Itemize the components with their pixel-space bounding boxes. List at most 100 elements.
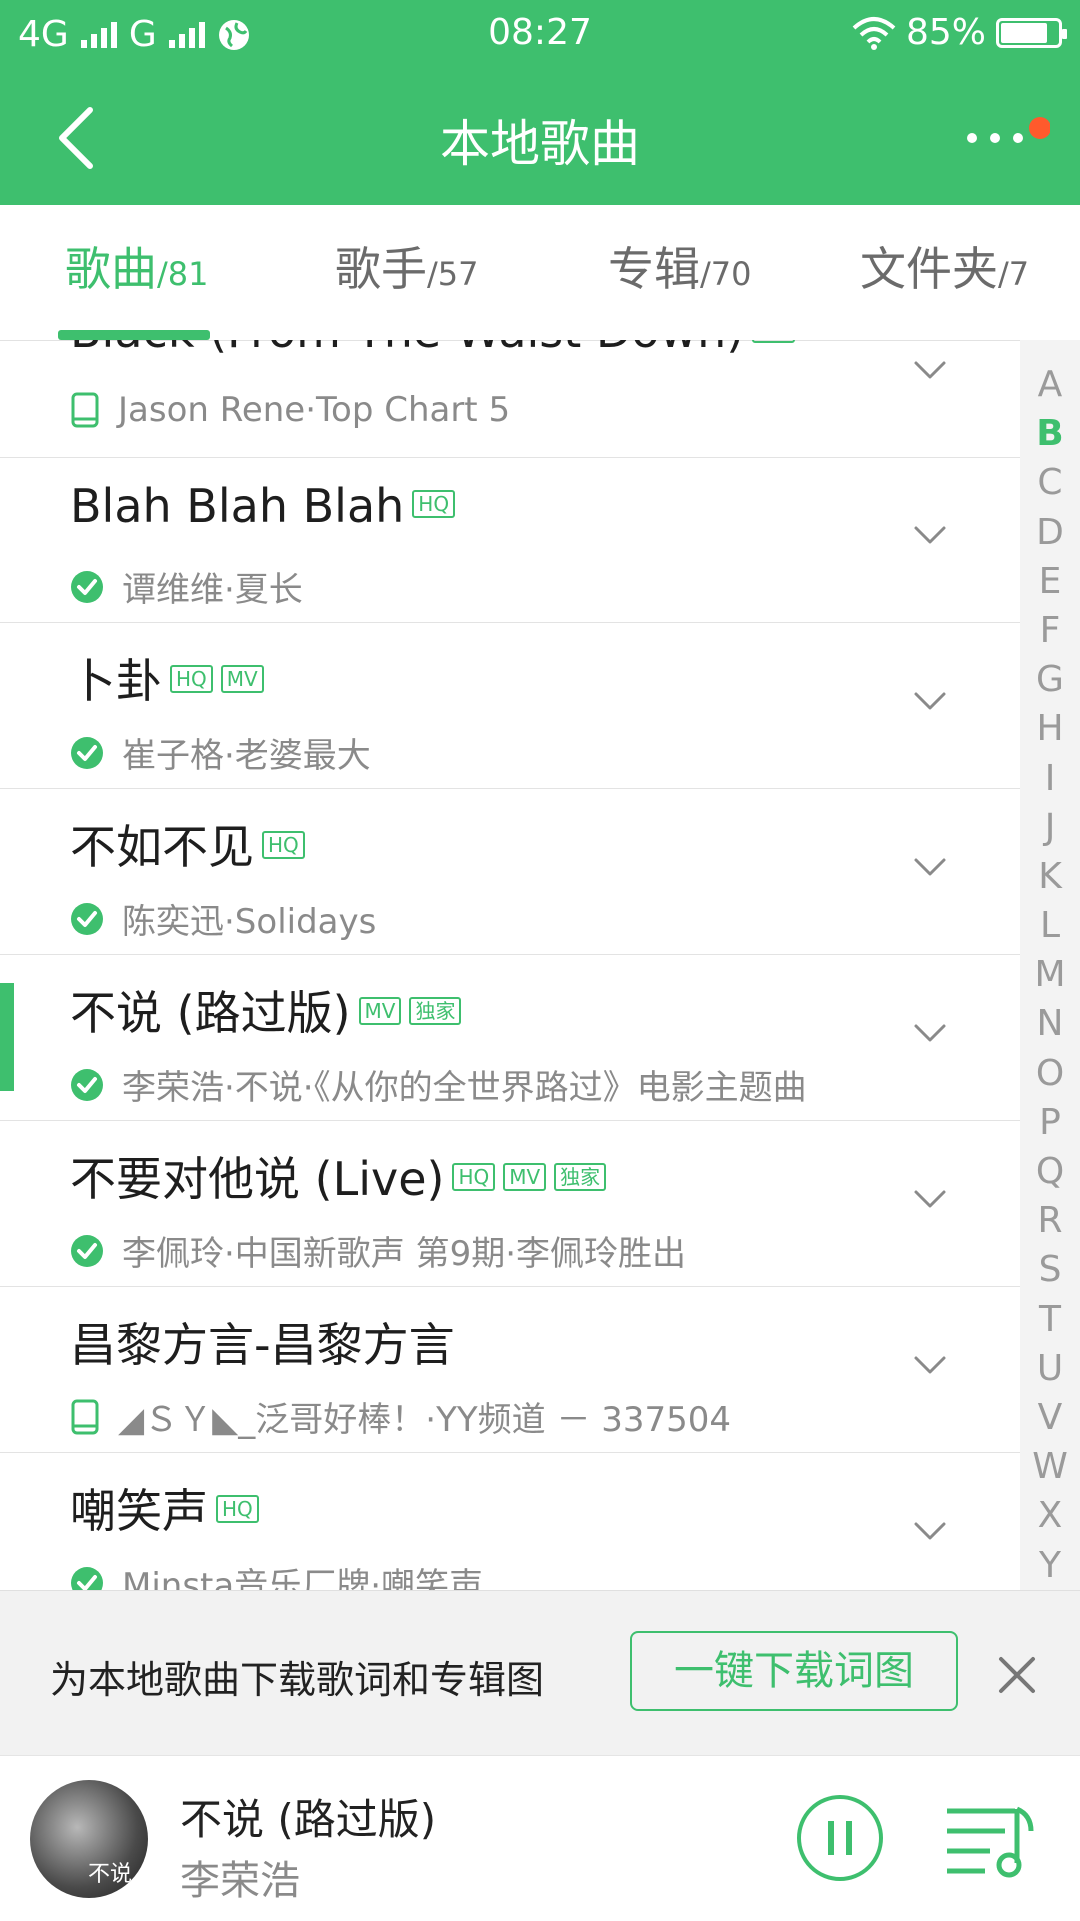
tab-artists[interactable]: 歌手/57	[335, 233, 479, 299]
now-playing-bar[interactable]: 不说 不说 (路过版) 李荣浩	[0, 1755, 1080, 1921]
tab-count: /70	[700, 255, 752, 293]
tab-folders[interactable]: 文件夹/7	[860, 233, 1029, 299]
index-letter[interactable]: O	[1020, 1049, 1080, 1098]
song-row[interactable]: 昌黎方言-昌黎方言 ◢ＳＹ◣_泛哥好棒！·YY频道 － 337504	[0, 1287, 1020, 1453]
battery-icon	[996, 17, 1067, 48]
album-cover[interactable]: 不说	[30, 1780, 148, 1898]
song-title-text: 不说 (路过版)	[70, 986, 351, 1040]
now-playing-marker	[0, 983, 14, 1091]
song-title: 昌黎方言-昌黎方言	[70, 1309, 455, 1375]
downloaded-check-icon	[71, 570, 103, 603]
song-title: 卜卦 HQ MV	[70, 645, 264, 711]
song-title: 不如不见 HQ	[70, 811, 305, 877]
index-letter[interactable]: D	[1020, 508, 1080, 557]
more-menu-icon[interactable]	[960, 106, 1050, 166]
song-subtitle: 崔子格·老婆最大	[70, 728, 371, 777]
quality-badge: MV	[220, 664, 264, 693]
playlist-queue-icon[interactable]	[945, 1801, 1035, 1881]
index-letter[interactable]: U	[1020, 1344, 1080, 1393]
tab-count: /57	[427, 255, 479, 293]
song-row[interactable]: 不如不见 HQ 陈奕迅·Solidays	[0, 789, 1020, 955]
quality-badge: HQ	[452, 1162, 496, 1191]
index-letter[interactable]: B	[1020, 409, 1080, 458]
index-letter[interactable]: R	[1020, 1196, 1080, 1245]
tab-songs[interactable]: 歌曲/81	[65, 233, 209, 299]
category-tabs: 歌曲/81 歌手/57 专辑/70 文件夹/7	[0, 205, 1080, 341]
quality-badge: HQ	[412, 489, 456, 518]
chevron-down-icon[interactable]	[912, 1513, 948, 1549]
song-list[interactable]: Black (From The Waist Down) HQ Jason Rene·…	[0, 340, 1020, 1590]
index-letter[interactable]: S	[1020, 1245, 1080, 1294]
song-row[interactable]: 嘲笑声 HQ Minsta音乐厂牌·嘲笑声	[0, 1453, 1020, 1590]
song-title: 嘲笑声 HQ	[70, 1475, 259, 1541]
song-subtitle-text: Minsta音乐厂牌·嘲笑声	[122, 1566, 484, 1590]
index-letter[interactable]: W	[1020, 1442, 1080, 1491]
chevron-down-icon[interactable]	[912, 683, 948, 719]
status-bar: 4G G 08:27 85%	[0, 0, 1080, 70]
quality-badge: 独家	[554, 1162, 607, 1191]
quality-badge: HQ	[262, 830, 305, 859]
song-title: Black (From The Waist Down) HQ	[70, 340, 795, 358]
song-row[interactable]: Black (From The Waist Down) HQ Jason Rene·…	[0, 340, 1020, 458]
tab-label: 文件夹	[860, 242, 998, 296]
song-subtitle-text: 谭维维·夏长	[122, 570, 303, 610]
index-letter[interactable]: G	[1020, 655, 1080, 704]
alphabet-index[interactable]: ABCDEFGHIJKLMNOPQRSTUVWXY	[1020, 340, 1080, 1610]
battery-fill	[1001, 22, 1047, 43]
quality-badge: MV	[358, 996, 402, 1025]
index-letter[interactable]: T	[1020, 1295, 1080, 1344]
index-letter[interactable]: V	[1020, 1393, 1080, 1442]
close-icon[interactable]	[995, 1653, 1039, 1697]
chevron-down-icon[interactable]	[912, 352, 948, 388]
download-banner: 为本地歌曲下载歌词和专辑图 一键下载词图	[0, 1590, 1080, 1756]
quality-badge: HQ	[752, 340, 795, 343]
local-device-icon	[71, 392, 99, 428]
chevron-down-icon[interactable]	[912, 1015, 948, 1051]
song-row[interactable]: 不说 (路过版) MV 独家 李荣浩·不说·《从你的全世界路过》电影主题曲	[0, 955, 1020, 1121]
index-letter[interactable]: A	[1020, 360, 1080, 409]
index-letter[interactable]: K	[1020, 852, 1080, 901]
song-subtitle-text: ◢ＳＹ◣_泛哥好棒！·YY频道 － 337504	[118, 1400, 732, 1440]
tab-label: 专辑	[608, 242, 700, 296]
song-subtitle: 陈奕迅·Solidays	[70, 894, 376, 943]
index-letter[interactable]: M	[1020, 950, 1080, 999]
index-letter[interactable]: L	[1020, 901, 1080, 950]
tab-label: 歌手	[335, 242, 427, 296]
song-row[interactable]: 卜卦 HQ MV 崔子格·老婆最大	[0, 623, 1020, 789]
notification-dot	[1029, 117, 1050, 139]
wifi-icon	[852, 16, 896, 50]
pause-button[interactable]	[795, 1793, 885, 1883]
index-letter[interactable]: X	[1020, 1491, 1080, 1540]
song-title-text: 不要对他说 (Live)	[70, 1152, 445, 1206]
song-subtitle: ◢ＳＹ◣_泛哥好棒！·YY频道 － 337504	[70, 1392, 731, 1441]
index-letter[interactable]: I	[1020, 754, 1080, 803]
banner-text: 为本地歌曲下载歌词和专辑图	[50, 1658, 545, 1702]
app-header: 4G G 08:27 85% 本地歌曲	[0, 0, 1080, 205]
tab-albums[interactable]: 专辑/70	[608, 233, 752, 299]
index-letter[interactable]: C	[1020, 458, 1080, 507]
song-subtitle: Minsta音乐厂牌·嘲笑声	[70, 1558, 483, 1590]
now-playing-artist: 李荣浩	[180, 1858, 300, 1904]
downloaded-check-icon	[71, 1234, 103, 1267]
index-letter[interactable]: Y	[1020, 1541, 1080, 1590]
index-letter[interactable]: F	[1020, 606, 1080, 655]
song-subtitle: Jason Rene·Top Chart 5	[70, 390, 510, 430]
chevron-down-icon[interactable]	[912, 517, 948, 553]
tab-count: /81	[157, 255, 209, 293]
downloaded-check-icon	[71, 902, 103, 935]
index-letter[interactable]: N	[1020, 999, 1080, 1048]
local-device-icon	[71, 1399, 99, 1434]
song-subtitle-text: 李荣浩·不说·《从你的全世界路过》电影主题曲	[122, 1068, 807, 1108]
chevron-down-icon[interactable]	[912, 1347, 948, 1383]
song-subtitle-text: 陈奕迅·Solidays	[122, 902, 377, 942]
index-letter[interactable]: H	[1020, 704, 1080, 753]
one-click-download-button[interactable]: 一键下载词图	[630, 1631, 958, 1711]
index-letter[interactable]: P	[1020, 1098, 1080, 1147]
chevron-down-icon[interactable]	[912, 1181, 948, 1217]
index-letter[interactable]: J	[1020, 803, 1080, 852]
song-row[interactable]: 不要对他说 (Live) HQ MV 独家 李佩玲·中国新歌声 第9期·李佩玲胜出	[0, 1121, 1020, 1287]
index-letter[interactable]: E	[1020, 557, 1080, 606]
song-row[interactable]: Blah Blah Blah HQ 谭维维·夏长	[0, 457, 1020, 623]
index-letter[interactable]: Q	[1020, 1147, 1080, 1196]
chevron-down-icon[interactable]	[912, 849, 948, 885]
